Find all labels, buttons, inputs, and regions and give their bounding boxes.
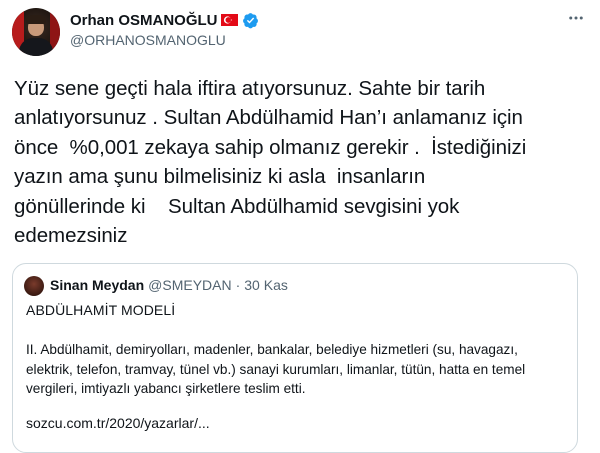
quoted-author-name: Sinan Meydan	[50, 277, 145, 293]
quoted-tweet-link[interactable]: sozcu.com.tr/2020/yazarlar/...	[26, 415, 210, 431]
author-name-row: Orhan OSMANOĞLU	[70, 10, 259, 30]
quoted-tweet-header: Sinan Meydan @SMEYDAN · 30 Kas	[50, 277, 288, 293]
quoted-tweet-date: 30 Kas	[244, 277, 288, 293]
quoted-tweet-body: II. Abdülhamit, demiryolları, madenler, …	[26, 342, 526, 396]
author-display-name[interactable]: Orhan OSMANOĞLU	[70, 12, 218, 29]
quoted-author-handle: @SMEYDAN	[148, 277, 232, 293]
quoted-author-avatar	[24, 276, 44, 296]
more-options-icon[interactable]	[566, 8, 586, 28]
quoted-tweet-title: ABDÜLHAMİT MODELİ	[26, 302, 176, 318]
author-handle[interactable]: @ORHANOSMANOGLU	[70, 32, 226, 48]
tweet: Orhan OSMANOĞLU @ORHANOSMANOGLU Yüz sene…	[0, 0, 600, 453]
header-separator: ·	[235, 277, 241, 293]
turkey-flag-icon	[220, 14, 238, 26]
verified-badge-icon	[242, 12, 259, 29]
avatar-hair	[26, 15, 46, 24]
quoted-tweet-card[interactable]: Sinan Meydan @SMEYDAN · 30 Kas ABDÜLHAMİ…	[12, 263, 578, 453]
author-avatar[interactable]	[12, 8, 60, 56]
tweet-text: Yüz sene geçti hala iftira atıyorsunuz. …	[14, 77, 527, 248]
avatar-suit	[19, 38, 53, 56]
